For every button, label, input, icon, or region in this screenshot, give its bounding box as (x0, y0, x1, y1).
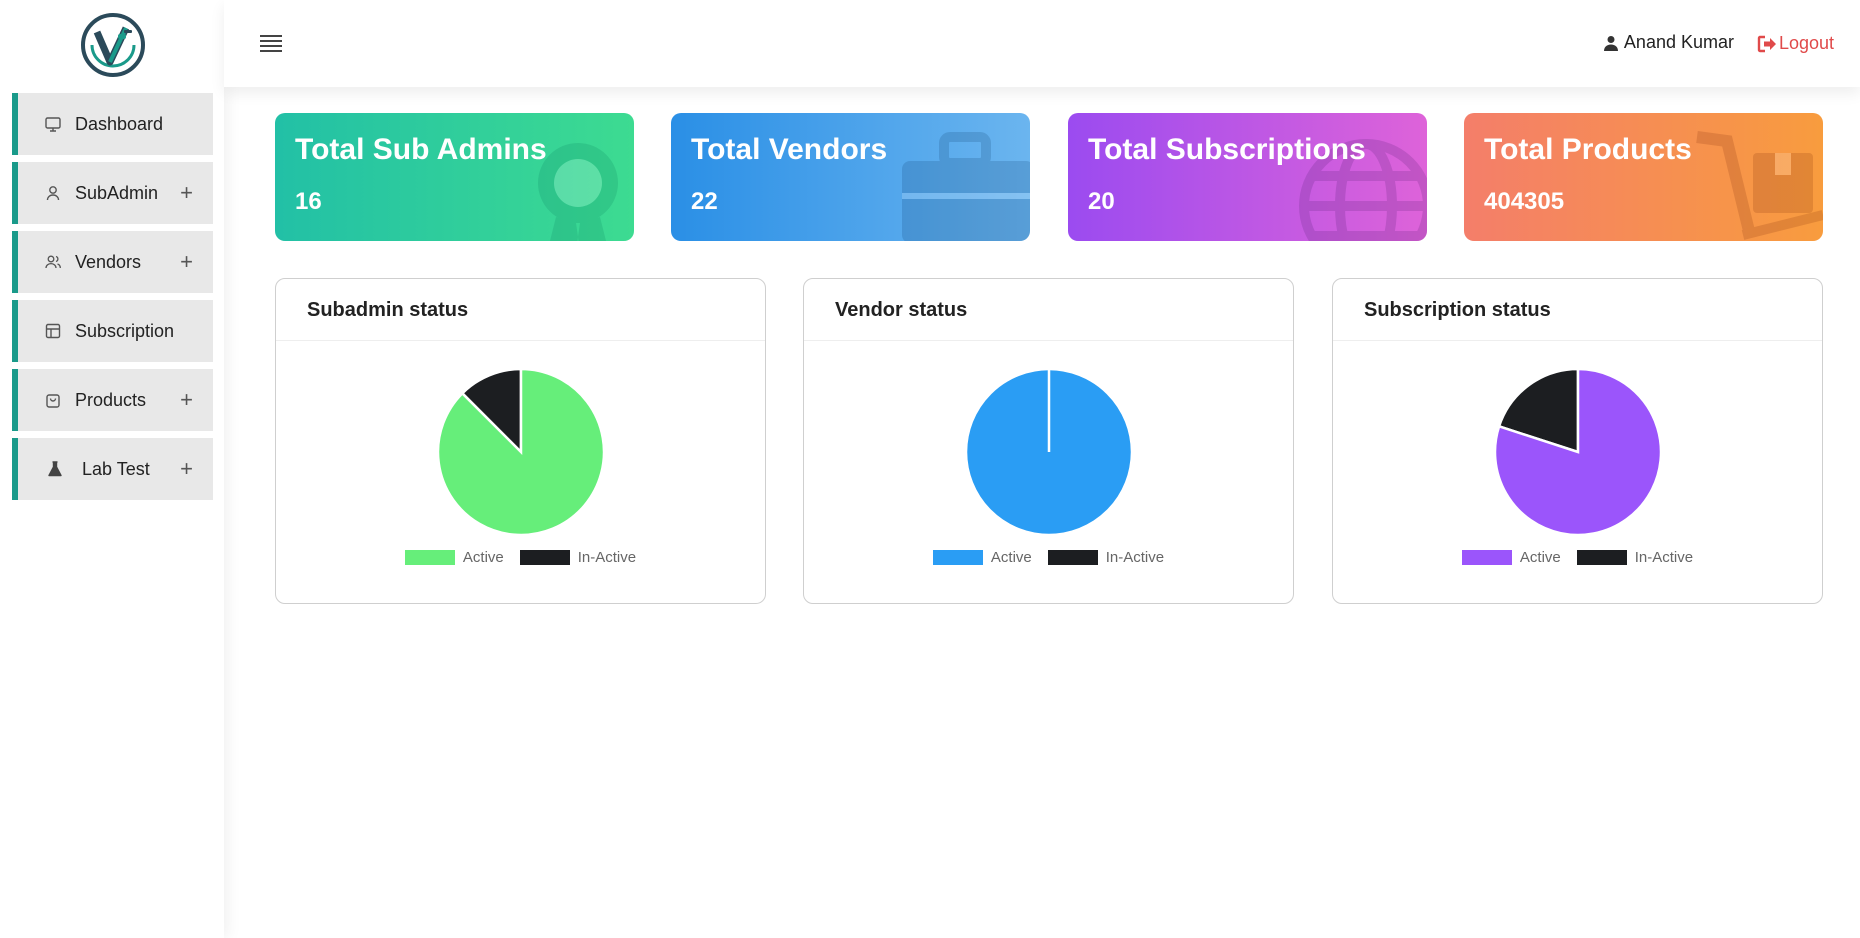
stat-value: 404305 (1484, 188, 1565, 215)
stat-title: Total Vendors (691, 133, 888, 166)
sidebar-item-subscription[interactable]: Subscription (12, 300, 213, 362)
legend-item-active[interactable]: Active (404, 549, 504, 566)
vendor-status-pie-chart[interactable] (964, 367, 1134, 537)
user-solid-icon (1603, 35, 1618, 51)
sidebar-item-label: Dashboard (75, 113, 164, 134)
sidebar-item-label: Vendors (75, 251, 142, 272)
legend-label: In-Active (577, 549, 637, 566)
expand-plus-icon[interactable]: + (180, 458, 193, 480)
chart-legend: Active In-Active (1333, 549, 1822, 566)
pie-slice-active[interactable] (436, 367, 606, 537)
legend-item-active[interactable]: Active (932, 549, 1032, 566)
chart-title: Subscription status (1364, 299, 1551, 321)
legend-label: In-Active (1105, 549, 1165, 566)
sign-out-icon (1757, 35, 1776, 52)
stat-card-vendors[interactable]: Total Vendors 22 (671, 113, 1030, 241)
subscription-status-panel: Subscription status Active In-Active (1332, 278, 1823, 604)
monitor-icon (44, 115, 62, 133)
layout-icon (44, 322, 62, 340)
stat-title: Total Sub Admins (295, 133, 547, 166)
flask-icon (46, 460, 64, 478)
stat-value: 16 (295, 188, 322, 215)
chart-title: Vendor status (835, 299, 968, 321)
legend-label: In-Active (1634, 549, 1694, 566)
sidebar-item-products[interactable]: Products + (12, 369, 213, 431)
logout-label: Logout (1778, 33, 1834, 53)
sidebar-item-label: Products (75, 389, 147, 410)
hamburger-menu-icon[interactable] (260, 35, 282, 52)
subscription-status-pie-chart[interactable] (1493, 367, 1663, 537)
user-icon (44, 184, 62, 202)
subadmin-status-pie-chart[interactable] (436, 367, 606, 537)
brand-logo[interactable] (80, 12, 146, 78)
sidebar-item-lab-test[interactable]: Lab Test + (12, 438, 213, 500)
expand-plus-icon[interactable]: + (180, 182, 193, 204)
stat-card-subscriptions[interactable]: Total Subscriptions 20 (1068, 113, 1427, 241)
stat-card-products[interactable]: Total Products 404305 (1464, 113, 1823, 241)
stat-title: Total Subscriptions (1088, 133, 1366, 166)
sidebar-nav: Dashboard SubAdmin + Vendors + Subscript… (12, 93, 213, 507)
sidebar-item-subadmin[interactable]: SubAdmin + (12, 162, 213, 224)
sidebar-item-label: Subscription (75, 320, 175, 341)
stat-card-sub-admins[interactable]: Total Sub Admins 16 (275, 113, 634, 241)
legend-label: Active (1519, 549, 1561, 566)
legend-label: Active (990, 549, 1032, 566)
sidebar-item-label: Lab Test (82, 458, 150, 479)
legend-label: Active (462, 549, 504, 566)
legend-item-inactive[interactable]: In-Active (1047, 549, 1165, 566)
legend-swatch (519, 550, 570, 565)
legend-swatch (1461, 550, 1512, 565)
legend-swatch (1576, 550, 1627, 565)
user-name: Anand Kumar (1623, 32, 1734, 52)
legend-item-inactive[interactable]: In-Active (1576, 549, 1694, 566)
legend-item-active[interactable]: Active (1461, 549, 1561, 566)
logout-button[interactable]: Logout (1757, 33, 1834, 54)
divider (276, 340, 765, 341)
legend-swatch (932, 550, 983, 565)
dolly-box-icon (1696, 131, 1823, 240)
divider (804, 340, 1293, 341)
legend-swatch (404, 550, 455, 565)
bag-icon (44, 391, 62, 409)
vendor-status-panel: Vendor status Active In-Active (803, 278, 1294, 604)
chart-legend: Active In-Active (276, 549, 765, 566)
top-header: Anand Kumar Logout (224, 0, 1860, 87)
divider (1333, 340, 1822, 341)
sidebar-item-dashboard[interactable]: Dashboard (12, 93, 213, 155)
stat-value: 20 (1088, 188, 1115, 215)
sidebar-item-vendors[interactable]: Vendors + (12, 231, 213, 293)
stat-value: 22 (691, 188, 718, 215)
sidebar: Dashboard SubAdmin + Vendors + Subscript… (0, 0, 224, 938)
expand-plus-icon[interactable]: + (180, 389, 193, 411)
users-icon (44, 253, 62, 271)
stat-title: Total Products (1484, 133, 1692, 166)
sidebar-item-label: SubAdmin (75, 182, 159, 203)
user-menu[interactable]: Anand Kumar (1603, 32, 1734, 53)
subadmin-status-panel: Subadmin status Active In-Active (275, 278, 766, 604)
legend-swatch (1047, 550, 1098, 565)
legend-item-inactive[interactable]: In-Active (519, 549, 637, 566)
expand-plus-icon[interactable]: + (180, 251, 193, 273)
chart-legend: Active In-Active (804, 549, 1293, 566)
chart-title: Subadmin status (307, 299, 469, 321)
briefcase-icon (902, 132, 1030, 241)
